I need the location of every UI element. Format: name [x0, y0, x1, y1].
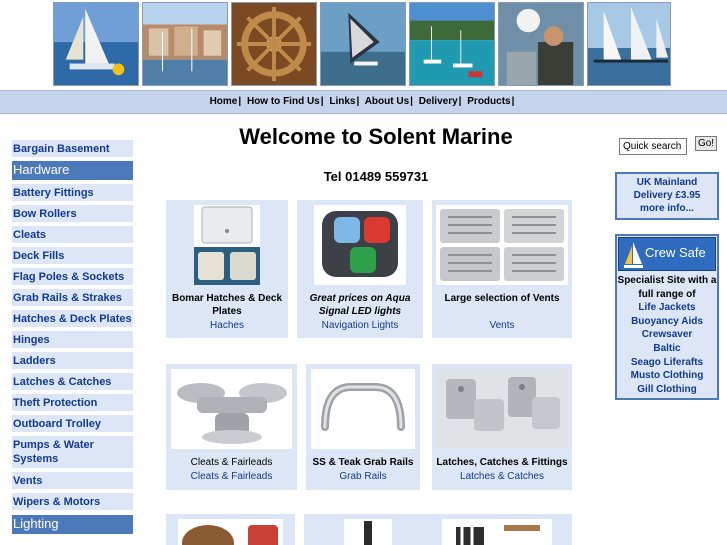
nav-separator: |: [320, 96, 324, 107]
card-caption: Great prices on Aqua Signal LED lights: [309, 293, 411, 317]
sidebar-item-hatches-deck-plates[interactable]: Hatches & Deck Plates: [12, 310, 133, 327]
hatch-photo[interactable]: [194, 205, 260, 285]
nav-separator: |: [238, 96, 242, 107]
nav-links[interactable]: Links: [329, 96, 355, 107]
product-card-vents[interactable]: Large selection of Vents Vents: [432, 200, 572, 338]
crewsafe-promo-box: Crew Safe Specialist Site with a full ra…: [615, 234, 719, 400]
grab-rail-photo[interactable]: [311, 369, 415, 449]
delivery-line: UK Mainland: [636, 177, 698, 188]
card-link-navigation-lights[interactable]: Navigation Lights: [299, 319, 421, 332]
page-title: Welcome to Solent Marine: [239, 124, 513, 149]
windsurfer-photo: [320, 2, 406, 86]
sidebar-item-vents[interactable]: Vents: [12, 472, 133, 489]
sidebar-item-latches-catches[interactable]: Latches & Catches: [12, 373, 133, 390]
phone-number: Tel 01489 559731: [323, 169, 429, 184]
card-link-vents[interactable]: Vents: [434, 319, 570, 332]
nav-home[interactable]: Home: [210, 96, 238, 107]
crewsafe-link-seago-liferafts[interactable]: Seago Liferafts: [617, 356, 717, 370]
sidebar-item-pumps-water-systems[interactable]: Pumps & Water Systems: [12, 436, 133, 468]
card-link-grab-rails[interactable]: Grab Rails: [308, 470, 418, 483]
quick-search-input[interactable]: [619, 138, 687, 155]
crewsafe-link-buoyancy-aids[interactable]: Buoyancy Aids: [617, 315, 717, 329]
card-caption: SS & Teak Grab Rails: [312, 457, 414, 468]
card-caption: Large selection of Vents: [444, 293, 560, 304]
sailboat-icon: [624, 242, 643, 268]
sidebar-item-hinges[interactable]: Hinges: [12, 331, 133, 348]
sidebar-item-grab-rails-strakes[interactable]: Grab Rails & Strakes: [12, 289, 133, 306]
sidebar-item-wipers-motors[interactable]: Wipers & Motors: [12, 493, 133, 510]
card-link-cleats-fairleads[interactable]: Cleats & Fairleads: [168, 470, 295, 483]
crewsafe-intro: Specialist Site with a full range of: [617, 275, 717, 300]
main-content: Welcome to Solent Marine Tel 01489 55973…: [145, 114, 607, 545]
search-go-button[interactable]: Go!: [695, 136, 717, 151]
sidebar-item-deck-fills[interactable]: Deck Fills: [12, 247, 133, 264]
crewsafe-logo-text: Crew Safe: [645, 245, 706, 260]
latch-photo[interactable]: [436, 369, 568, 449]
top-navigation: Home| How to Find Us| Links| About Us| D…: [0, 90, 727, 114]
crewsafe-logo[interactable]: Crew Safe: [618, 237, 716, 271]
navigation-light-photo[interactable]: [314, 205, 406, 285]
sidebar-item-outboard-trolley[interactable]: Outboard Trolley: [12, 415, 133, 432]
product-card-cleats[interactable]: Cleats & Fairleads Cleats & Fairleads: [166, 364, 297, 490]
product-card-wiring[interactable]: [166, 514, 295, 545]
sidebar-item-cleats[interactable]: Cleats: [12, 226, 133, 243]
crewsafe-link-gill-clothing[interactable]: Gill Clothing: [617, 383, 717, 397]
nav-about-us[interactable]: About Us: [365, 96, 409, 107]
deck-chair-photo[interactable]: [442, 519, 552, 545]
crewsafe-link-crewsaver[interactable]: Crewsaver: [617, 328, 717, 342]
vents-photo[interactable]: [436, 205, 568, 285]
sidebar-item-ladders[interactable]: Ladders: [12, 352, 133, 369]
delivery-info-box[interactable]: UK Mainland Delivery £3.95 more info...: [615, 172, 719, 220]
header-banner: [0, 0, 727, 90]
nav-delivery[interactable]: Delivery: [419, 96, 458, 107]
sidebar-item-flag-poles-sockets[interactable]: Flag Poles & Sockets: [12, 268, 133, 285]
yacht-racing-fleet-photo: [587, 2, 671, 86]
anchored-yachts-photo: [409, 2, 495, 86]
product-card-hatches[interactable]: Bomar Hatches & Deck Plates Haches: [166, 200, 288, 338]
category-sidebar: Bargain Basement Hardware Battery Fittin…: [0, 114, 145, 545]
product-card-deck-chair[interactable]: [432, 514, 572, 545]
sidebar-item-bargain-basement[interactable]: Bargain Basement: [12, 140, 133, 157]
crewsafe-link-musto-clothing[interactable]: Musto Clothing: [617, 369, 717, 383]
sailing-race-photo: [53, 2, 139, 86]
card-link-hatches[interactable]: Haches: [168, 319, 286, 332]
nav-how-to-find-us[interactable]: How to Find Us: [247, 96, 320, 107]
delivery-more-info-link[interactable]: more info...: [617, 202, 717, 215]
sidebar-item-bow-rollers[interactable]: Bow Rollers: [12, 205, 133, 222]
crewsafe-link-life-jackets[interactable]: Life Jackets: [617, 301, 717, 315]
cleat-photo[interactable]: [171, 369, 292, 449]
pole-light-photo[interactable]: [344, 519, 392, 545]
product-card-grab-rails[interactable]: SS & Teak Grab Rails Grab Rails: [306, 364, 420, 490]
crewsafe-link-baltic[interactable]: Baltic: [617, 342, 717, 356]
delivery-price: Delivery £3.95: [633, 190, 701, 201]
ships-wheel-photo: [231, 2, 317, 86]
right-column: Go! UK Mainland Delivery £3.95 more info…: [607, 114, 727, 545]
card-caption: Cleats & Fairleads: [190, 457, 273, 468]
sidebar-item-theft-protection[interactable]: Theft Protection: [12, 394, 133, 411]
nav-separator: |: [511, 96, 515, 107]
nav-separator: |: [410, 96, 413, 107]
card-caption: Latches, Catches & Fittings: [436, 457, 568, 468]
sidebar-heading-hardware[interactable]: Hardware: [12, 161, 133, 180]
product-card-navigation-light-pole[interactable]: [304, 514, 432, 545]
nav-separator: |: [356, 96, 360, 107]
product-card-navigation-lights[interactable]: Great prices on Aqua Signal LED lights N…: [297, 200, 423, 338]
cable-reel-photo[interactable]: [178, 519, 283, 545]
nav-separator: |: [458, 96, 462, 107]
card-link-latches-catches[interactable]: Latches & Catches: [434, 470, 570, 483]
sidebar-item-battery-fittings[interactable]: Battery Fittings: [12, 184, 133, 201]
nav-products[interactable]: Products: [467, 96, 510, 107]
marina-apartments-photo: [142, 2, 228, 86]
sailor-at-winch-photo: [498, 2, 584, 86]
product-card-latches[interactable]: Latches, Catches & Fittings Latches & Ca…: [432, 364, 572, 490]
sidebar-heading-lighting[interactable]: Lighting: [12, 515, 133, 534]
card-caption: Bomar Hatches & Deck Plates: [171, 293, 283, 317]
